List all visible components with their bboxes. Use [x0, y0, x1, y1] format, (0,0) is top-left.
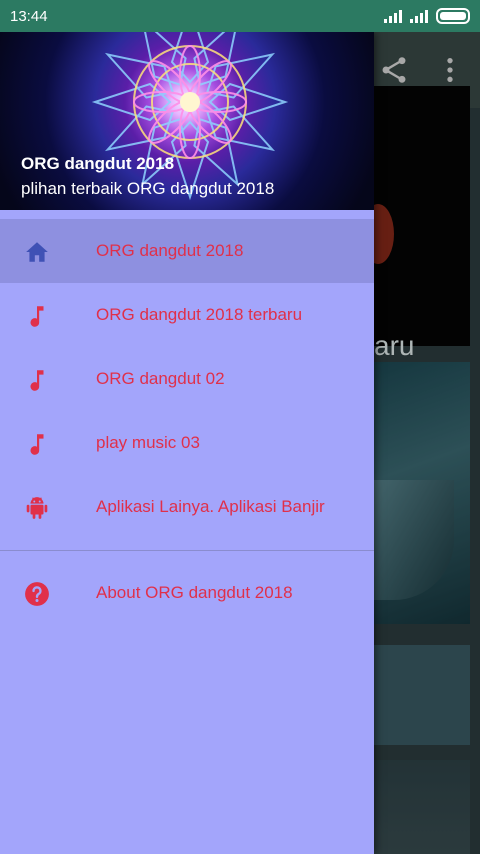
drawer-menu: ORG dangdut 2018 ORG dangdut 2018 terbar… [0, 210, 374, 625]
menu-item-org-dangdut-2018[interactable]: ORG dangdut 2018 [0, 219, 374, 283]
home-icon [26, 242, 48, 262]
music-note-icon [30, 370, 44, 391]
card-caption: aru [374, 330, 415, 361]
menu-item-play-music-03[interactable]: play music 03 [0, 411, 374, 475]
menu-item-label: ORG dangdut 2018 [96, 241, 244, 260]
menu-item-aplikasi-lainya[interactable]: Aplikasi Lainya. Aplikasi Banjir [0, 475, 374, 539]
status-bar: 13:44 [0, 0, 480, 32]
drawer-header-title: ORG dangdut 2018 [21, 154, 175, 173]
drawer-header-subtitle: plihan terbaik ORG dangdut 2018 [21, 179, 275, 198]
status-icons [384, 8, 470, 24]
battery-icon [436, 8, 470, 24]
menu-item-label: Aplikasi Lainya. Aplikasi Banjir [96, 497, 325, 516]
menu-item-org-dangdut-02[interactable]: ORG dangdut 02 [0, 347, 374, 411]
menu-item-about[interactable]: About ORG dangdut 2018 [0, 561, 374, 625]
menu-item-label: About ORG dangdut 2018 [96, 583, 293, 602]
drawer-header: ORG dangdut 2018 plihan terbaik ORG dang… [0, 32, 374, 210]
help-icon [25, 582, 49, 606]
signal-icon-2 [410, 9, 428, 23]
navigation-drawer: ORG dangdut 2018 plihan terbaik ORG dang… [0, 32, 374, 854]
menu-divider [0, 550, 374, 551]
music-note-icon [30, 434, 44, 455]
music-note-icon [30, 306, 44, 327]
menu-item-label: play music 03 [96, 433, 200, 452]
menu-item-label: ORG dangdut 2018 terbaru [96, 305, 303, 324]
signal-icon [384, 9, 402, 23]
status-time: 13:44 [10, 7, 48, 25]
menu-item-org-dangdut-2018-terbaru[interactable]: ORG dangdut 2018 terbaru [0, 283, 374, 347]
android-icon [26, 497, 48, 519]
menu-item-label: ORG dangdut 02 [96, 369, 225, 388]
